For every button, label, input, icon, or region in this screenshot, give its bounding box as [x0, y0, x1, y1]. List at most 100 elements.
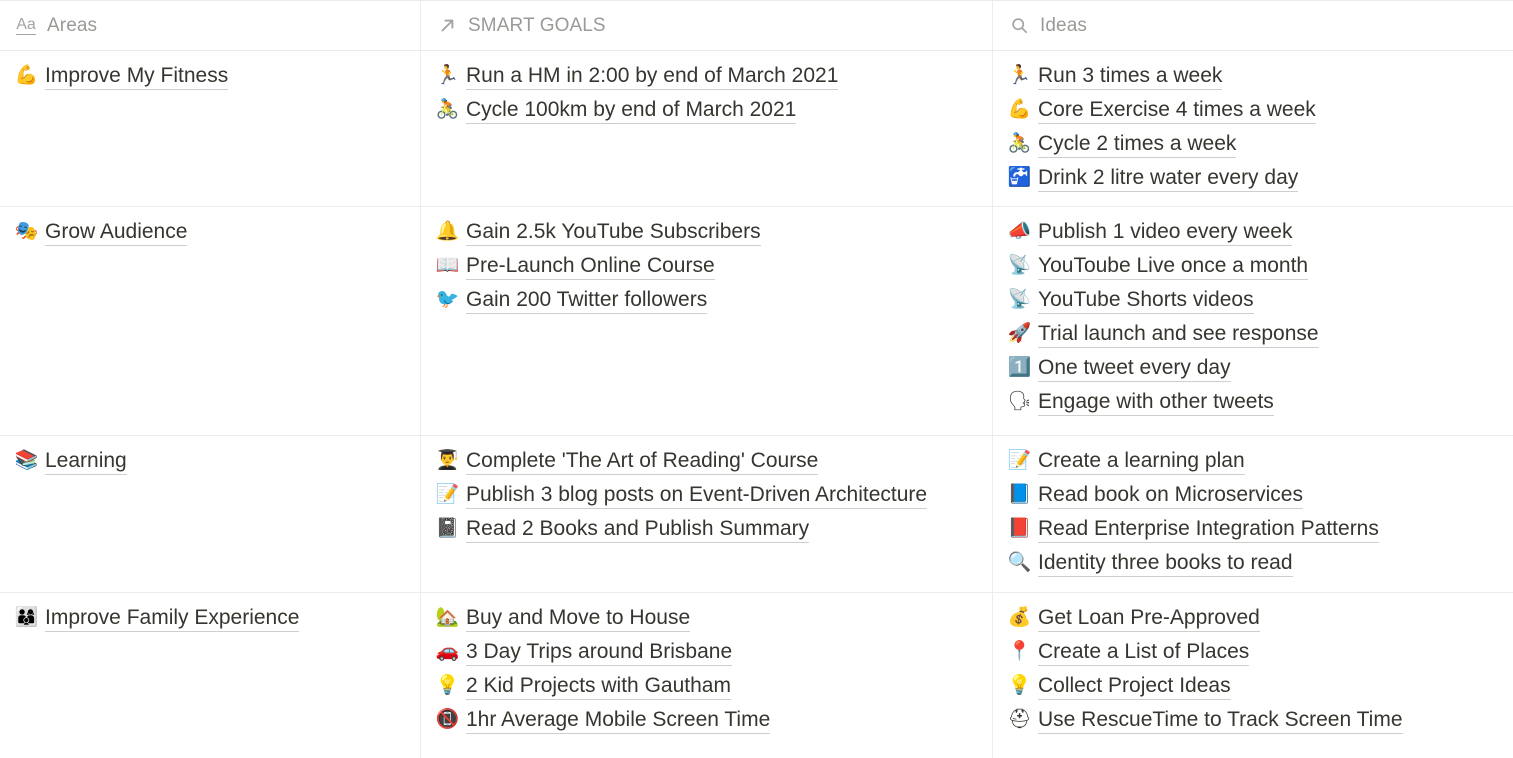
- lightbulb-emoji: 💡: [1007, 674, 1032, 696]
- goal-page-link[interactable]: Buy and Move to House: [466, 605, 691, 632]
- cell-item: 📘 Read book on Microservices: [1007, 482, 1503, 509]
- area-page-link[interactable]: Improve My Fitness: [45, 63, 229, 90]
- table-body: 💪 Improve My Fitness 🏃 Run a HM in 2:00 by …: [0, 51, 1513, 758]
- open-book-emoji: 📖: [435, 254, 460, 276]
- idea-page-link[interactable]: Use RescueTime to Track Screen Time: [1038, 707, 1403, 734]
- idea-page-link[interactable]: Drink 2 litre water every day: [1038, 165, 1299, 192]
- cell-item: 🚴 Cycle 2 times a week: [1007, 131, 1503, 158]
- cell-item: 📖 Pre-Launch Online Course: [435, 253, 982, 280]
- table-row: 🎭 Grow Audience 🔔 Gain 2.5k YouTube Subscri…: [0, 207, 1513, 436]
- cell-item: 🔍 Identity three books to read: [1007, 550, 1503, 577]
- cell-item: 📣 Publish 1 video every week: [1007, 219, 1503, 246]
- runner-emoji: 🏃: [435, 64, 460, 86]
- cell-item: 💰 Get Loan Pre-Approved: [1007, 605, 1503, 632]
- cell-smart-goals: 🏃 Run a HM in 2:00 by end of March 2021 🚴 C…: [421, 51, 993, 206]
- idea-page-link[interactable]: Core Exercise 4 times a week: [1038, 97, 1316, 124]
- idea-page-link[interactable]: Run 3 times a week: [1038, 63, 1223, 90]
- idea-page-link[interactable]: Engage with other tweets: [1038, 389, 1274, 416]
- goal-page-link[interactable]: Read 2 Books and Publish Summary: [466, 516, 810, 543]
- cell-item: 📍 Create a List of Places: [1007, 639, 1503, 666]
- goal-page-link[interactable]: Run a HM in 2:00 by end of March 2021: [466, 63, 839, 90]
- flexed-biceps-emoji: 💪: [14, 64, 39, 86]
- column-header-areas[interactable]: Aa Areas: [0, 1, 421, 50]
- idea-page-link[interactable]: Trial launch and see response: [1038, 321, 1319, 348]
- family-emoji: 👨‍👩‍👦: [14, 606, 39, 628]
- cell-ideas: 📝 Create a learning plan 📘 Read book on Mic…: [993, 436, 1513, 592]
- cell-item: 📕 Read Enterprise Integration Patterns: [1007, 516, 1503, 543]
- cell-item: 🚴 Cycle 100km by end of March 2021: [435, 97, 982, 124]
- goal-page-link[interactable]: Gain 200 Twitter followers: [466, 287, 708, 314]
- flexed-biceps-emoji: 💪: [1007, 98, 1032, 120]
- cell-areas: 👨‍👩‍👦 Improve Family Experience: [0, 593, 421, 758]
- cell-item: 💡 Collect Project Ideas: [1007, 673, 1503, 700]
- idea-page-link[interactable]: Create a List of Places: [1038, 639, 1250, 666]
- goal-page-link[interactable]: Pre-Launch Online Course: [466, 253, 715, 280]
- performing-arts-emoji: 🎭: [14, 220, 39, 242]
- cell-item: 📝 Create a learning plan: [1007, 448, 1503, 475]
- area-page-link[interactable]: Learning: [45, 448, 127, 475]
- idea-page-link[interactable]: Cycle 2 times a week: [1038, 131, 1237, 158]
- idea-page-link[interactable]: YouTube Shorts videos: [1038, 287, 1254, 314]
- cell-item: 👨‍🎓 Complete 'The Art of Reading' Course: [435, 448, 982, 475]
- idea-page-link[interactable]: Get Loan Pre-Approved: [1038, 605, 1260, 632]
- cell-item: 🏡 Buy and Move to House: [435, 605, 982, 632]
- cell-item: 📵 1hr Average Mobile Screen Time: [435, 707, 982, 734]
- idea-page-link[interactable]: Create a learning plan: [1038, 448, 1245, 475]
- idea-page-link[interactable]: YouToube Live once a month: [1038, 253, 1309, 280]
- goal-page-link[interactable]: Gain 2.5k YouTube Subscribers: [466, 219, 761, 246]
- cell-item: 💪 Improve My Fitness: [14, 63, 410, 90]
- idea-page-link[interactable]: Read book on Microservices: [1038, 482, 1303, 509]
- cell-item: 📝 Publish 3 blog posts on Event-Driven Ar…: [435, 482, 982, 509]
- area-page-link[interactable]: Grow Audience: [45, 219, 188, 246]
- goal-page-link[interactable]: 2 Kid Projects with Gautham: [466, 673, 731, 700]
- idea-page-link[interactable]: Read Enterprise Integration Patterns: [1038, 516, 1379, 543]
- cyclist-emoji: 🚴: [1007, 132, 1032, 154]
- cell-item: 🗣 Engage with other tweets: [1007, 389, 1503, 416]
- cell-ideas: 📣 Publish 1 video every week 📡 YouToube Liv…: [993, 207, 1513, 435]
- notebook-emoji: 📓: [435, 517, 460, 539]
- bird-emoji: 🐦: [435, 288, 460, 310]
- cell-item: 🏃 Run a HM in 2:00 by end of March 2021: [435, 63, 982, 90]
- cell-item: 📚 Learning: [14, 448, 410, 475]
- goal-page-link[interactable]: Publish 3 blog posts on Event-Driven Arc…: [466, 482, 928, 509]
- rescue-cross-emoji: ⛑: [1007, 708, 1032, 730]
- database-table: Aa Areas SMART GOALS Ideas 💪 Improve My …: [0, 0, 1513, 758]
- search-icon: [1007, 15, 1031, 37]
- idea-page-link[interactable]: Collect Project Ideas: [1038, 673, 1231, 700]
- cell-item: 🚰 Drink 2 litre water every day: [1007, 165, 1503, 192]
- column-header-smart-goals[interactable]: SMART GOALS: [421, 1, 993, 50]
- speaking-head-emoji: 🗣: [1007, 390, 1032, 412]
- area-page-link[interactable]: Improve Family Experience: [45, 605, 300, 632]
- cell-smart-goals: 👨‍🎓 Complete 'The Art of Reading' Course 📝…: [421, 436, 993, 592]
- cell-areas: 💪 Improve My Fitness: [0, 51, 421, 206]
- column-header-label-ideas: Ideas: [1040, 14, 1087, 36]
- idea-page-link[interactable]: One tweet every day: [1038, 355, 1231, 382]
- goal-page-link[interactable]: Cycle 100km by end of March 2021: [466, 97, 797, 124]
- bell-emoji: 🔔: [435, 220, 460, 242]
- lightbulb-gear-emoji: 💡: [435, 674, 460, 696]
- idea-page-link[interactable]: Identity three books to read: [1038, 550, 1293, 577]
- memo-emoji: 📝: [435, 483, 460, 505]
- table-row: 💪 Improve My Fitness 🏃 Run a HM in 2:00 by …: [0, 51, 1513, 207]
- money-person-emoji: 💰: [1007, 606, 1032, 628]
- goal-page-link[interactable]: 1hr Average Mobile Screen Time: [466, 707, 771, 734]
- person-reading-emoji: 👨‍🎓: [435, 449, 460, 471]
- cell-item: 🐦 Gain 200 Twitter followers: [435, 287, 982, 314]
- cell-ideas: 🏃 Run 3 times a week 💪 Core Exercise 4 time…: [993, 51, 1513, 206]
- cell-item: 🚀 Trial launch and see response: [1007, 321, 1503, 348]
- potable-water-emoji: 🚰: [1007, 166, 1032, 188]
- column-header-ideas[interactable]: Ideas: [993, 1, 1513, 50]
- cell-areas: 📚 Learning: [0, 436, 421, 592]
- goal-page-link[interactable]: 3 Day Trips around Brisbane: [466, 639, 733, 666]
- cell-item: 💪 Core Exercise 4 times a week: [1007, 97, 1503, 124]
- keycap-one-emoji: 1️⃣: [1007, 356, 1032, 378]
- cell-item: 🚗 3 Day Trips around Brisbane: [435, 639, 982, 666]
- cyclist-emoji: 🚴: [435, 98, 460, 120]
- cell-item: 1️⃣ One tweet every day: [1007, 355, 1503, 382]
- idea-page-link[interactable]: Publish 1 video every week: [1038, 219, 1293, 246]
- magnifying-glass-emoji: 🔍: [1007, 551, 1032, 573]
- cell-item: 📓 Read 2 Books and Publish Summary: [435, 516, 982, 543]
- rocket-emoji: 🚀: [1007, 322, 1032, 344]
- cell-item: ⛑ Use RescueTime to Track Screen Time: [1007, 707, 1503, 734]
- goal-page-link[interactable]: Complete 'The Art of Reading' Course: [466, 448, 819, 475]
